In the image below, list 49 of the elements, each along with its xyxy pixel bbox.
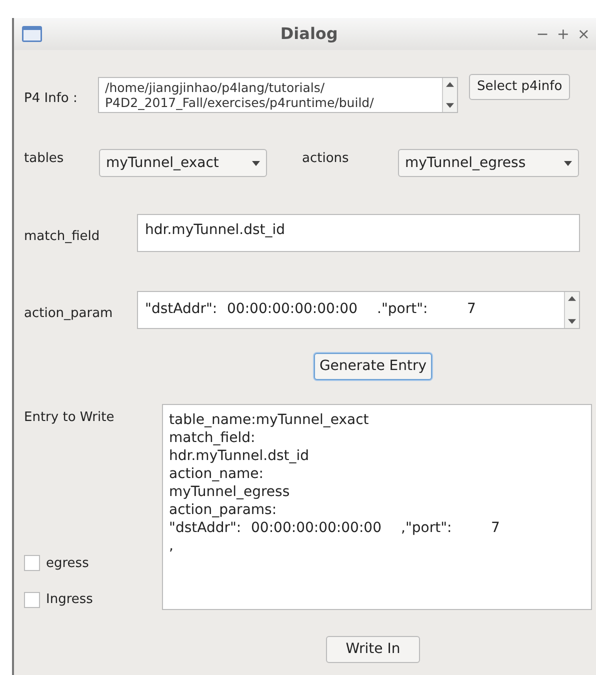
path-text: P4D2_2017_Fall/exercises/p4runtime/build/	[105, 95, 375, 110]
checkbox-label: Ingress	[46, 591, 93, 609]
up-arrow-icon[interactable]	[568, 296, 576, 301]
entry-line: action_params:	[169, 501, 277, 519]
caret-icon	[252, 160, 260, 166]
field-label: actions	[302, 150, 350, 168]
up-arrow-icon[interactable]	[446, 82, 454, 87]
entry-line: match_field:	[169, 429, 256, 447]
entry-text-area[interactable]: table_name:myTunnel_exact match_field: hdr.myTunnel.dst_id action_name: myTunnel_egress action_params: "dstAddr": 00:00:00:00:00:00 ,"port": 7 ,	[162, 404, 592, 610]
entry-line: ,	[169, 537, 174, 555]
dropdown[interactable]: myTunnel_exact	[99, 149, 267, 177]
field-label: action_param	[24, 305, 114, 324]
write-button[interactable]: Write In	[326, 636, 420, 663]
entry-line: action_name:	[169, 465, 264, 483]
param-text: "dstAddr":	[145, 300, 218, 319]
down-arrow-icon[interactable]	[446, 103, 454, 108]
field-label: P4 Info :	[24, 90, 78, 108]
checkbox-label: egress	[46, 554, 89, 572]
field-label: match_field	[24, 228, 101, 246]
window-icon	[22, 26, 42, 42]
window-control[interactable]: −	[536, 26, 549, 42]
param-text: "dstAddr":	[169, 519, 242, 537]
param-text: 00:00:00:00:00:00	[251, 519, 382, 537]
select-button[interactable]: Select p4info	[469, 74, 570, 100]
entry-line: table_name:myTunnel_exact	[169, 411, 369, 429]
field-label: tables	[24, 150, 65, 168]
down-arrow-icon[interactable]	[568, 319, 576, 324]
path-field[interactable]: /home/jiangjinhao/p4lang/tutorials/ P4D2_2017_Fall/exercises/p4runtime/build/	[98, 77, 458, 113]
action-param-field[interactable]: "dstAddr": 00:00:00:00:00:00 ."port": 7	[137, 291, 580, 329]
scroll-arrows[interactable]	[564, 292, 579, 328]
param-text: ."port":	[377, 300, 429, 319]
checkbox[interactable]	[24, 555, 40, 572]
window-control[interactable]: +	[556, 26, 570, 42]
entry-line: myTunnel_egress	[169, 483, 290, 501]
window-control[interactable]: ×	[577, 26, 590, 42]
checkbox[interactable]	[24, 592, 40, 608]
param-text: 00:00:00:00:00:00	[227, 300, 358, 319]
path-text: /home/jiangjinhao/p4lang/tutorials/	[105, 80, 326, 95]
match-field[interactable]: hdr.myTunnel.dst_id	[137, 214, 580, 252]
param-text: 7	[491, 519, 501, 537]
dropdown[interactable]: myTunnel_egress	[398, 149, 579, 177]
field-label: Entry to Write	[24, 409, 116, 427]
scroll-arrows[interactable]	[442, 78, 457, 112]
param-text: 7	[467, 300, 477, 319]
entry-line: hdr.myTunnel.dst_id	[169, 447, 310, 465]
generate-button[interactable]: Generate Entry	[314, 353, 432, 380]
param-text: ,"port":	[401, 519, 453, 537]
caret-icon	[564, 160, 572, 166]
window-title: Dialog	[279, 23, 339, 45]
